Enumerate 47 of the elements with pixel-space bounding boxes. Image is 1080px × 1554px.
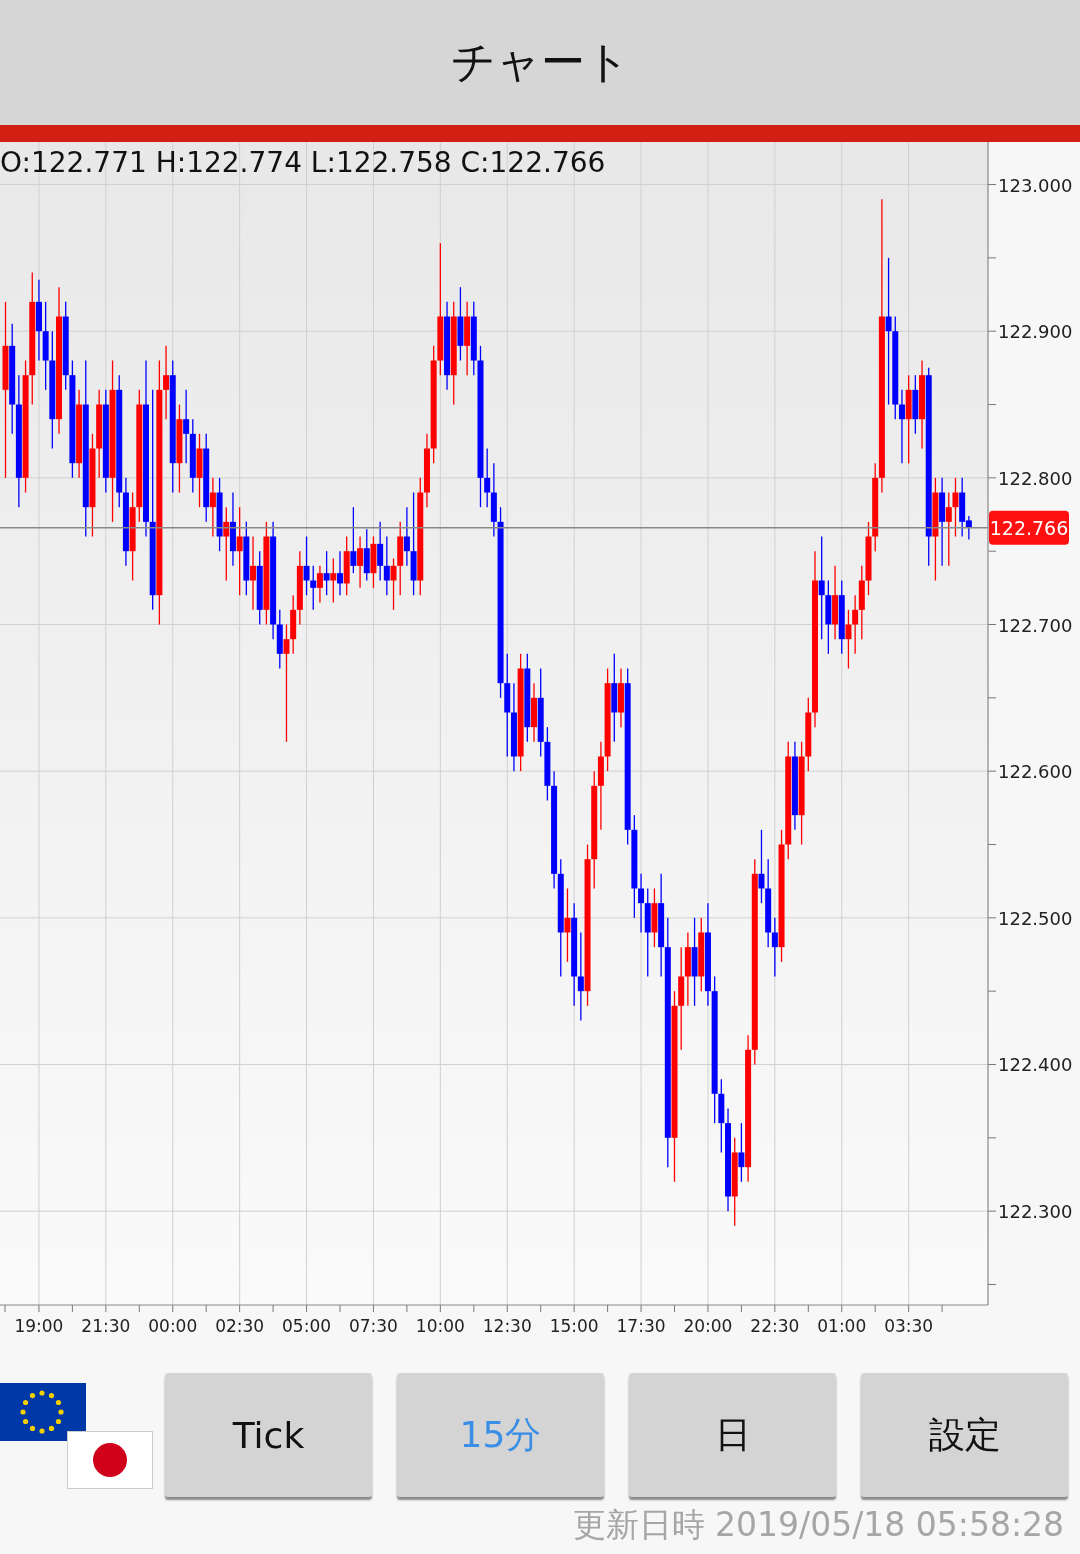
y-axis-label: 122.900	[998, 321, 1073, 343]
period-tab[interactable]: 日	[629, 1373, 836, 1497]
falling-candle	[350, 506, 357, 574]
rising-candle	[316, 565, 323, 604]
rising-candle	[618, 667, 624, 728]
x-axis-label: 01:00	[817, 1316, 867, 1336]
japan-flag-icon	[67, 1431, 153, 1489]
falling-candle	[738, 1122, 745, 1183]
falling-candle	[323, 550, 330, 596]
screen-title: チャート	[450, 35, 630, 89]
falling-candle	[912, 374, 919, 435]
x-axis-label: 07:30	[348, 1316, 398, 1336]
y-axis-label: 123.000	[998, 174, 1073, 196]
falling-candle	[363, 528, 370, 582]
x-axis-label: 10:00	[415, 1316, 465, 1336]
rising-candle	[651, 887, 658, 948]
y-axis-label: 122.400	[998, 1054, 1073, 1076]
rising-candle	[343, 535, 350, 596]
x-axis-label: 05:00	[282, 1316, 332, 1336]
x-axis-label: 02:30	[215, 1316, 265, 1336]
falling-candle	[337, 550, 343, 596]
x-axis-label: 19:00	[14, 1316, 64, 1336]
x-axis-label: 22:30	[750, 1316, 800, 1336]
price-badge: 122.766	[989, 510, 1069, 545]
y-axis-label: 122.300	[998, 1201, 1073, 1223]
period-tab[interactable]: Tick	[165, 1373, 372, 1497]
x-axis-label: 20:00	[683, 1316, 733, 1336]
x-axis-label: 15:00	[549, 1316, 599, 1336]
x-axis-label: 21:30	[81, 1316, 131, 1336]
y-axis-label: 122.500	[998, 907, 1073, 929]
rising-candle	[370, 535, 377, 589]
eu-flag-icon	[0, 1383, 86, 1441]
x-axis-label: 17:30	[616, 1316, 666, 1336]
rising-candle	[330, 557, 337, 604]
ref-line-label: 122.766	[989, 516, 1069, 539]
settings-button[interactable]: 設定	[861, 1373, 1068, 1497]
rising-candle	[531, 682, 537, 743]
y-axis-label: 122.700	[998, 614, 1073, 636]
rising-candle	[357, 535, 364, 589]
y-axis-label: 122.600	[998, 761, 1073, 783]
x-axis-label: 03:30	[884, 1316, 934, 1336]
y-axis-label: 122.800	[998, 467, 1073, 489]
rising-candle	[209, 477, 216, 538]
update-timestamp: 更新日時 2019/05/18 05:58:28	[571, 1505, 1065, 1545]
x-axis-label: 12:30	[482, 1316, 532, 1336]
ohlc-readout: O:122.771 H:122.774 L:122.758 C:122.766	[0, 146, 606, 179]
x-axis-label: 00:00	[148, 1316, 198, 1336]
